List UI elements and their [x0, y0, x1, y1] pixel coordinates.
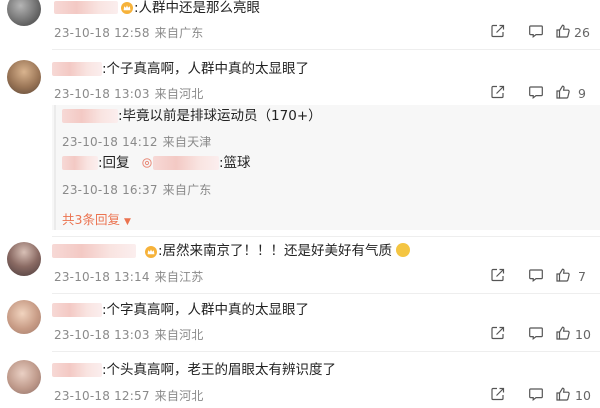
- thumbs-up-icon[interactable]: [555, 23, 571, 39]
- comment-date: 23-10-18 13:14: [54, 270, 150, 284]
- comment-text: :个头真高啊，老王的眉眼太有辨识度了: [102, 362, 337, 378]
- reply-location: 来自广东: [162, 183, 212, 197]
- avatar[interactable]: [7, 0, 41, 26]
- comment-location: 来自广东: [154, 26, 204, 40]
- comment-icon[interactable]: [528, 267, 544, 283]
- like-count: 26: [574, 25, 590, 40]
- username-blurred[interactable]: [52, 303, 102, 317]
- comment-meta: 23-10-18 12:58 来自广东: [54, 24, 208, 41]
- share-icon[interactable]: [490, 267, 506, 283]
- share-icon[interactable]: [490, 325, 506, 341]
- thumbs-up-icon[interactable]: [555, 267, 571, 283]
- comment-icon[interactable]: [528, 386, 544, 402]
- comment-text: :人群中还是那么亮眼: [134, 0, 261, 16]
- username-blurred[interactable]: [52, 244, 136, 258]
- crown-icon: [145, 246, 157, 258]
- divider: [52, 236, 600, 237]
- like-count: 9: [578, 86, 586, 101]
- comment-location: 来自河北: [154, 389, 204, 403]
- share-icon[interactable]: [490, 23, 506, 39]
- comment-meta: 23-10-18 13:03 来自河北: [54, 326, 208, 343]
- comment-meta: 23-10-18 13:14 来自江苏: [54, 268, 208, 285]
- reply-location: 来自天津: [162, 135, 212, 149]
- avatar[interactable]: [7, 60, 41, 94]
- reply-thread-line: [54, 105, 56, 230]
- laughing-emoji-icon: [396, 243, 411, 257]
- thumbs-up-icon[interactable]: [555, 386, 571, 402]
- comment-date: 23-10-18 13:03: [54, 87, 150, 101]
- crown-icon: [121, 2, 133, 14]
- reply-thread: :毕竟以前是排球运动员（170+） 23-10-18 14:12 来自天津 :回复…: [52, 105, 600, 230]
- comment-icon[interactable]: [528, 23, 544, 39]
- comment-icon[interactable]: [528, 84, 544, 100]
- thumbs-up-icon[interactable]: [555, 84, 571, 100]
- like-count: 10: [575, 327, 591, 342]
- divider: [52, 351, 600, 352]
- username-blurred[interactable]: [52, 62, 102, 76]
- comment-text: :居然来南京了！！！还是好美好有气质: [158, 242, 411, 260]
- reply-meta: 23-10-18 14:12 来自天津: [62, 133, 216, 150]
- reply-text: :毕竟以前是排球运动员（170+）: [118, 108, 322, 124]
- avatar[interactable]: [7, 360, 41, 394]
- share-icon[interactable]: [490, 386, 506, 402]
- username-blurred[interactable]: [62, 156, 98, 170]
- comment-date: 23-10-18 12:58: [54, 26, 150, 40]
- divider: [52, 293, 600, 294]
- username-blurred[interactable]: [54, 1, 118, 14]
- avatar[interactable]: [7, 300, 41, 334]
- thumbs-up-icon[interactable]: [555, 325, 571, 341]
- reply-prefix: :回复: [98, 155, 130, 171]
- comment-location: 来自河北: [154, 328, 204, 342]
- comment-text: :个子真高啊，人群中真的太显眼了: [102, 61, 310, 77]
- view-more-replies-link[interactable]: 共3条回复 ▼: [62, 209, 131, 228]
- comment-meta: 23-10-18 13:03 来自河北: [54, 85, 208, 102]
- comment-location: 来自江苏: [154, 270, 204, 284]
- view-more-replies-label: 共3条回复: [62, 212, 120, 227]
- at-icon: [142, 158, 152, 168]
- caret-down-icon: ▼: [123, 217, 131, 227]
- comment-date: 23-10-18 12:57: [54, 389, 150, 403]
- like-count: 7: [578, 269, 586, 284]
- avatar[interactable]: [7, 242, 41, 276]
- comment-text-content: :居然来南京了！！！还是好美好有气质: [158, 243, 393, 259]
- comment-meta: 23-10-18 12:57 来自河北: [54, 387, 208, 404]
- mentioned-user-blurred[interactable]: [153, 156, 219, 170]
- like-count: 10: [575, 388, 591, 403]
- username-blurred[interactable]: [62, 109, 118, 123]
- comment-icon[interactable]: [528, 325, 544, 341]
- comment-date: 23-10-18 13:03: [54, 328, 150, 342]
- username-blurred[interactable]: [52, 363, 102, 377]
- reply-meta: 23-10-18 16:37 来自广东: [62, 181, 216, 198]
- divider: [52, 49, 600, 50]
- reply-date: 23-10-18 14:12: [62, 135, 158, 149]
- share-icon[interactable]: [490, 84, 506, 100]
- comment-text: :个字真高啊，人群中真的太显眼了: [102, 302, 310, 318]
- reply-date: 23-10-18 16:37: [62, 183, 158, 197]
- reply-text: :篮球: [219, 155, 251, 171]
- comment-location: 来自河北: [154, 87, 204, 101]
